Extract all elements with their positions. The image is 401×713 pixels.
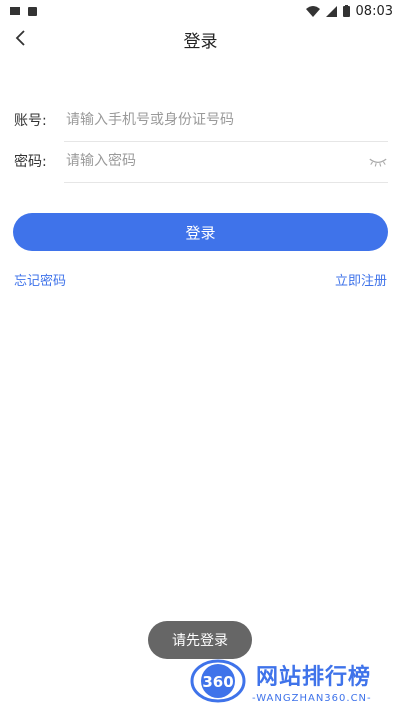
signal-icon — [325, 5, 337, 17]
notification-icon — [10, 7, 20, 15]
watermark-logo: 360 — [190, 659, 246, 703]
battery-icon — [342, 5, 350, 17]
password-field-wrapper — [64, 140, 388, 183]
toast-message: 请先登录 — [148, 621, 252, 659]
account-row: 账号: — [14, 99, 388, 142]
password-label: 密码: — [14, 154, 47, 170]
page-title: 登录 — [183, 32, 218, 52]
password-row: 密码: — [14, 140, 388, 183]
status-bar: 08:03 — [0, 0, 401, 22]
account-field-wrapper — [64, 99, 388, 142]
password-input[interactable] — [64, 151, 363, 170]
forgot-password-link[interactable]: 忘记密码 — [14, 270, 66, 289]
watermark-logo-text: 360 — [202, 673, 233, 691]
status-time: 08:03 — [355, 3, 393, 19]
account-input[interactable] — [64, 110, 388, 129]
header: 登录 — [0, 22, 401, 60]
watermark: 360 网站排行榜 -WANGZHAN360.CN- — [190, 655, 401, 713]
watermark-domain: -WANGZHAN360.CN- — [252, 693, 372, 704]
register-link[interactable]: 立即注册 — [335, 270, 387, 289]
app-notification-icon — [28, 6, 37, 16]
watermark-brand: 网站排行榜 — [256, 665, 372, 690]
wifi-icon — [305, 5, 320, 17]
account-label: 账号: — [14, 113, 47, 129]
eye-closed-icon[interactable] — [368, 153, 388, 169]
login-button[interactable]: 登录 — [13, 213, 388, 251]
